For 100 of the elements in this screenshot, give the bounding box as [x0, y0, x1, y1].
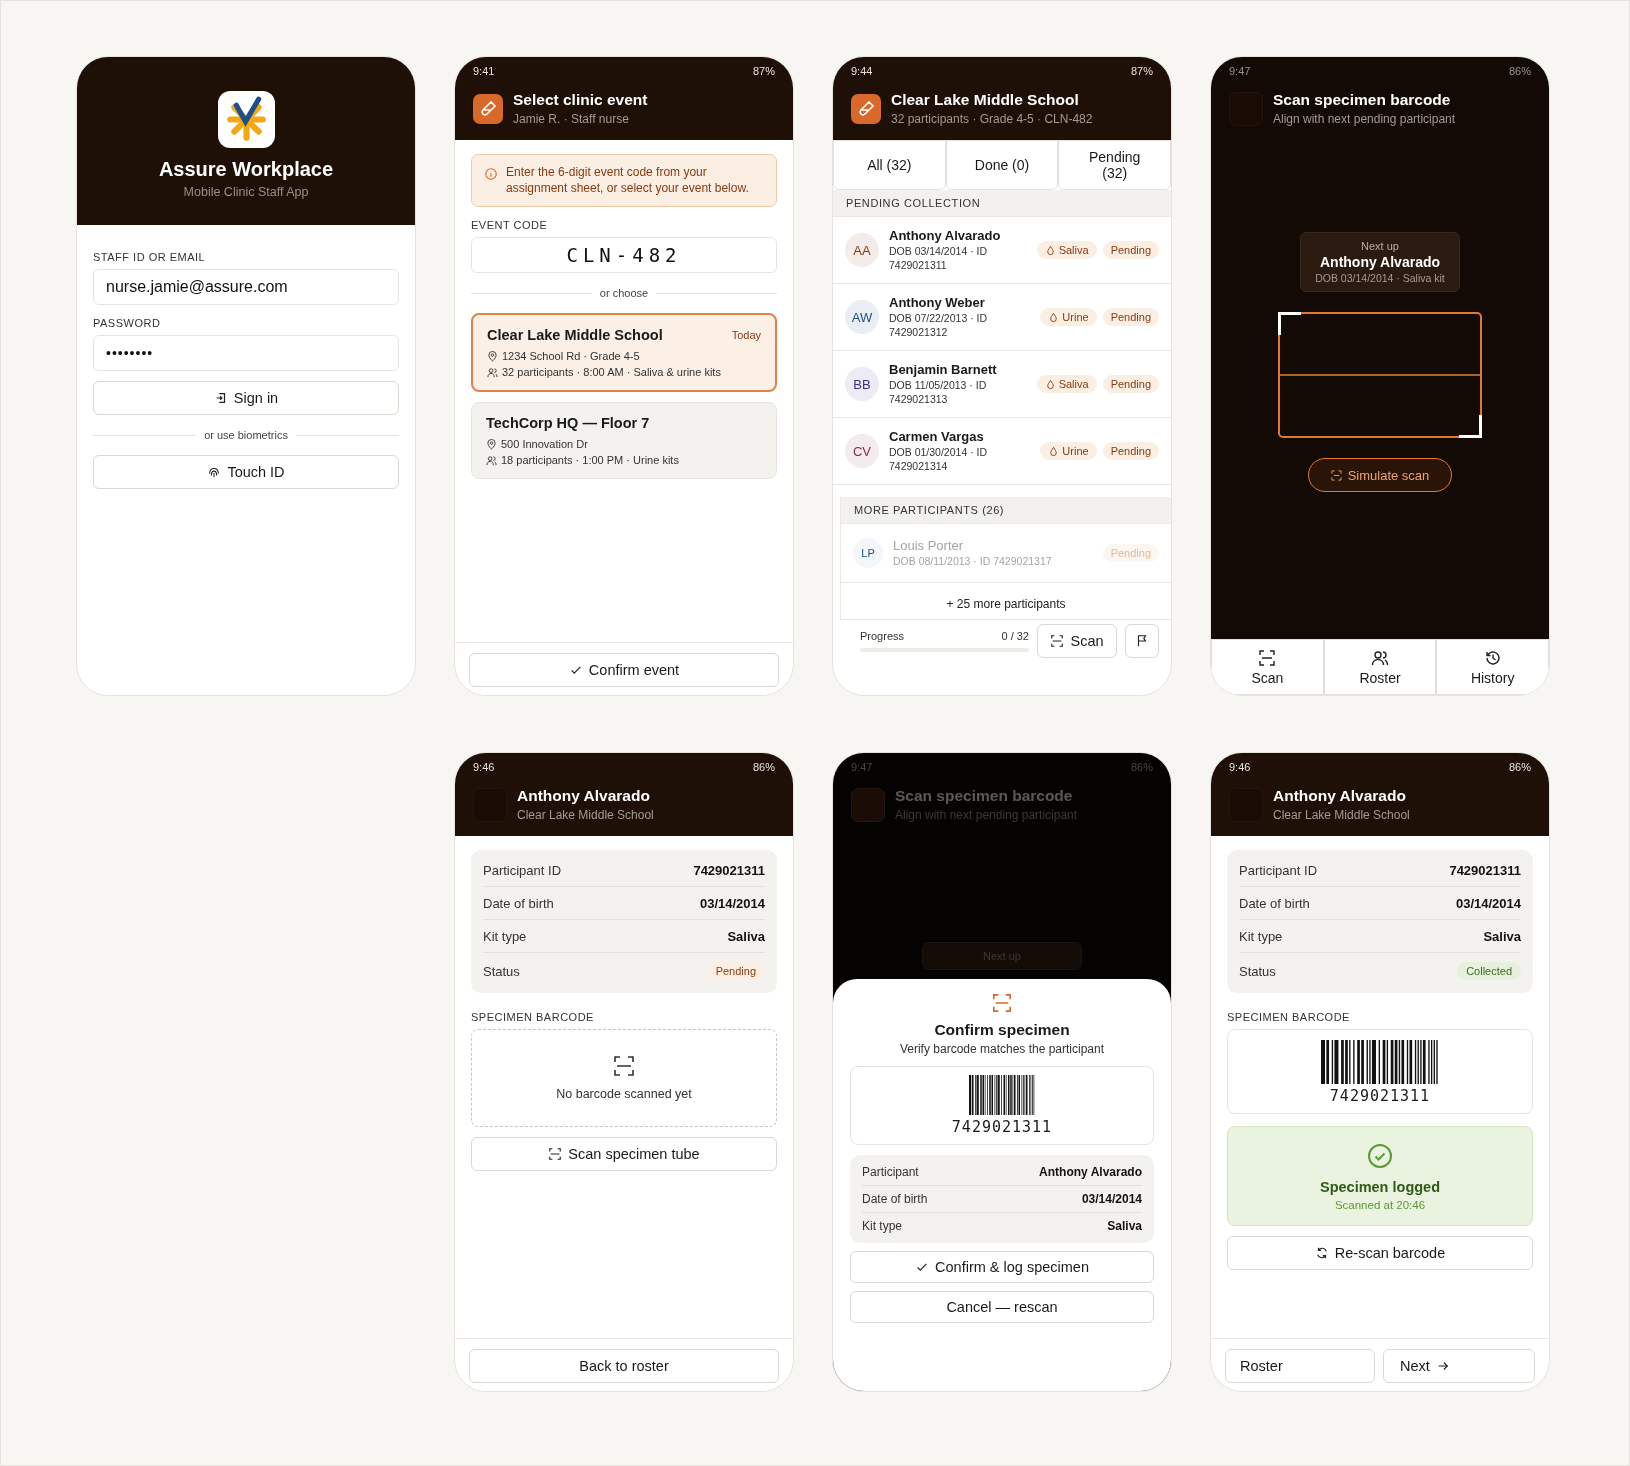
simulate-scan-button[interactable]: Simulate scan [1307, 458, 1453, 492]
battery-level: 86% [1130, 761, 1153, 773]
filter-tab[interactable]: Pending (32) [1058, 140, 1171, 190]
screen-title: Scan specimen barcode [1273, 91, 1452, 109]
barcode-drawing [969, 1075, 1035, 1115]
screen-subtitle: Align with next pending participant [1273, 112, 1456, 126]
footer-button[interactable]: Back to roster [469, 1349, 779, 1383]
detail-value: 03/14/2014 [1081, 1192, 1142, 1206]
barcode-number: 7429021311 [1329, 1087, 1431, 1105]
divider-label: or use biometrics [204, 429, 288, 441]
action-button[interactable]: Re-scan barcode [1227, 1236, 1533, 1270]
barcode-number: 7429021311 [951, 1118, 1053, 1136]
status-tag: Collected [1457, 962, 1521, 980]
touch-id-button[interactable]: Touch ID [93, 455, 399, 489]
scan-button[interactable]: Scan [1037, 624, 1117, 658]
participant-row[interactable]: CV Carmen Vargas DOB 01/30/2014 · ID 7429021314 Urine Pending [833, 418, 1171, 485]
participant-name: Benjamin Barnett [889, 361, 998, 377]
section-header: PENDING COLLECTION [833, 190, 1171, 217]
detail-value: Saliva [1107, 1219, 1142, 1233]
check-circle-icon [1367, 1143, 1393, 1169]
avatar: LP [853, 538, 883, 568]
empty-message: No barcode scanned yet [556, 1087, 692, 1101]
next-participant-name: Anthony Alvarado [1318, 254, 1441, 270]
flag-icon [1135, 634, 1149, 648]
cancel-button[interactable]: Cancel — rescan [850, 1291, 1154, 1323]
field-label: PASSWORD [93, 317, 162, 329]
participant-details: DOB 11/05/2013 · ID 7429021313 [889, 378, 988, 407]
today-label: Today [731, 329, 761, 342]
kit-tag: Urine [1040, 308, 1097, 326]
people-icon [1371, 648, 1389, 667]
event-address: 1234 School Rd · Grade 4-5 [502, 350, 640, 363]
sign-in-button[interactable]: Sign in [93, 381, 399, 415]
drop-icon [1044, 244, 1056, 256]
participant-row[interactable]: AW Anthony Weber DOB 07/22/2013 · ID 7429021312 Urine Pending [833, 284, 1171, 351]
nav-tab[interactable]: Scan [1211, 639, 1324, 695]
status-tag: Pending [1102, 375, 1159, 393]
battery-level: 86% [1508, 761, 1531, 773]
more-participants-link[interactable]: + 25 more participants [841, 583, 1171, 619]
participant-row[interactable]: BB Benjamin Barnett DOB 11/05/2013 · ID 7429021313 Saliva Pending [833, 351, 1171, 418]
nav-tab[interactable]: History [1436, 639, 1549, 695]
avatar: BB [845, 367, 879, 401]
history-icon [1483, 648, 1502, 667]
input-field[interactable]: nurse.jamie@assure.com [93, 269, 399, 305]
detail-label: Date of birth [1239, 895, 1310, 911]
screen-subtitle: Clear Lake Middle School [517, 808, 654, 822]
event-details: 18 participants · 1:00 PM · Urine kits [501, 454, 679, 467]
detail-value: Anthony Alvarado [1039, 1165, 1142, 1179]
scan-icon [1050, 634, 1065, 648]
screen-subtitle: 32 participants · Grade 4-5 · CLN-482 [891, 112, 1093, 126]
location-pin-icon [486, 438, 497, 450]
scan-icon [992, 993, 1012, 1013]
participant-details: DOB 07/22/2013 · ID 7429021312 [889, 311, 989, 340]
screen-title: Scan specimen barcode [895, 787, 1074, 805]
refresh-icon [1314, 1246, 1329, 1260]
participant-row[interactable]: AA Anthony Alvarado DOB 03/14/2014 · ID 7429021311 Saliva Pending [833, 217, 1171, 284]
battery-level: 87% [752, 65, 775, 77]
back-button[interactable] [851, 787, 885, 822]
event-card[interactable]: TechCorp HQ — Floor 7 500 Innovation Dr 18 participants · 1:00 PM · Urine kits [471, 402, 777, 480]
filter-tab[interactable]: All (32) [833, 140, 946, 190]
action-button[interactable]: Scan specimen tube [471, 1137, 777, 1171]
detail-value: Saliva [1483, 928, 1521, 944]
detail-label: Status [1239, 963, 1276, 979]
status-time: 9:46 [1229, 761, 1251, 773]
scan-icon [1330, 469, 1342, 481]
status-time: 9:44 [851, 65, 873, 77]
filter-tab[interactable]: Done (0) [945, 140, 1059, 190]
detail-value: Saliva [727, 928, 765, 944]
event-card[interactable]: Clear Lake Middle School Today 1234 School Rd · Grade 4-5 32 participants · 8:00 AM · Saliva & urine kits [471, 313, 777, 393]
section-header: MORE PARTICIPANTS (26) [841, 497, 1171, 524]
input-field[interactable]: •••••••• [93, 335, 399, 371]
section-label: SPECIMEN BARCODE [1227, 1011, 1351, 1023]
participant-details: DOB 08/11/2013 · ID 7429021317 [893, 554, 1053, 569]
footer-button[interactable]: Roster [1225, 1349, 1375, 1383]
status-time: 9:47 [1229, 65, 1251, 77]
confirm-event-button[interactable]: Confirm event [469, 653, 779, 687]
participant-details: DOB 03/14/2014 · ID 7429021311 [889, 244, 989, 273]
test-tube-icon [851, 93, 881, 124]
kit-tag: Urine [1040, 442, 1097, 460]
status-time: 9:41 [473, 65, 495, 77]
detail-value: 7429021311 [693, 862, 765, 878]
nav-tab[interactable]: Roster [1323, 639, 1437, 695]
participant-row[interactable]: LP Louis Porter DOB 08/11/2013 · ID 7429021317 Pending [841, 524, 1171, 583]
next-up-label: Next up [1360, 240, 1400, 252]
status-tag: Pending [1102, 442, 1159, 460]
detail-value: 03/14/2014 [1455, 895, 1521, 911]
field-label: EVENT CODE [471, 219, 549, 232]
avatar: AW [845, 300, 879, 334]
screen-title: Anthony Alvarado [1273, 787, 1407, 805]
people-icon [486, 454, 497, 466]
participant-name: Anthony Alvarado [889, 227, 1002, 243]
scan-icon [1258, 648, 1277, 667]
flag-button[interactable] [1125, 624, 1159, 658]
scan-icon [548, 1147, 563, 1161]
confirm-button[interactable]: Confirm & log specimen [850, 1251, 1154, 1283]
detail-label: Date of birth [483, 895, 554, 911]
success-title: Specimen logged [1319, 1179, 1441, 1195]
participant-name: Anthony Weber [889, 294, 986, 310]
footer-button[interactable]: Next [1383, 1349, 1535, 1383]
event-code-field[interactable]: CLN-482 [471, 237, 777, 274]
status-tag: Pending [1102, 241, 1159, 259]
